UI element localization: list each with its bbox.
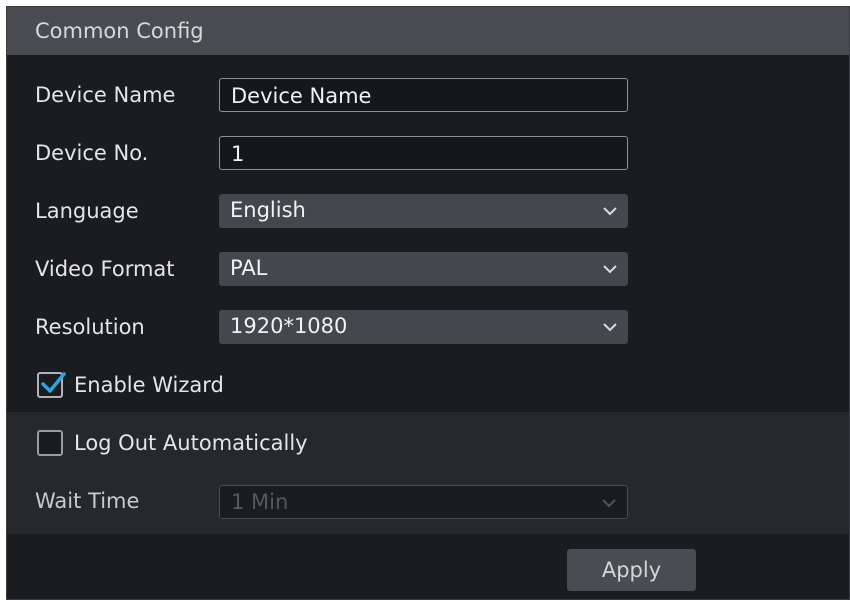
log-out-automatically-checkbox[interactable] <box>37 430 63 456</box>
device-no-label: Device No. <box>35 141 149 165</box>
resolution-label: Resolution <box>35 315 145 339</box>
enable-wizard-checkbox[interactable] <box>37 372 66 398</box>
chevron-down-icon <box>603 207 617 216</box>
common-config-panel: Common Config Device Name Device Name De… <box>6 6 850 600</box>
wait-time-select: 1 Min <box>219 485 628 519</box>
log-out-automatically-label: Log Out Automatically <box>74 431 308 455</box>
device-no-value: 1 <box>231 142 245 166</box>
chevron-down-icon <box>602 499 616 508</box>
resolution-select[interactable]: 1920*1080 <box>219 310 628 344</box>
chevron-down-icon <box>603 265 617 274</box>
video-format-label: Video Format <box>35 257 175 281</box>
panel-title: Common Config <box>35 19 204 43</box>
language-label: Language <box>35 199 139 223</box>
device-name-label: Device Name <box>35 83 176 107</box>
resolution-value: 1920*1080 <box>230 314 348 338</box>
video-format-value: PAL <box>230 256 268 280</box>
auto-logout-section: Log Out Automatically Wait Time 1 Min <box>7 412 849 534</box>
apply-button[interactable]: Apply <box>567 549 696 591</box>
video-format-select[interactable]: PAL <box>219 252 628 286</box>
language-select[interactable]: English <box>219 194 628 228</box>
device-name-input[interactable]: Device Name <box>219 78 628 112</box>
device-no-input[interactable]: 1 <box>219 136 628 170</box>
language-value: English <box>230 198 306 222</box>
wait-time-value: 1 Min <box>231 490 289 514</box>
enable-wizard-label: Enable Wizard <box>74 373 224 397</box>
device-name-value: Device Name <box>231 84 372 108</box>
panel-header: Common Config <box>7 7 849 55</box>
checkmark-icon <box>41 372 66 393</box>
chevron-down-icon <box>603 323 617 332</box>
wait-time-label: Wait Time <box>35 489 140 513</box>
